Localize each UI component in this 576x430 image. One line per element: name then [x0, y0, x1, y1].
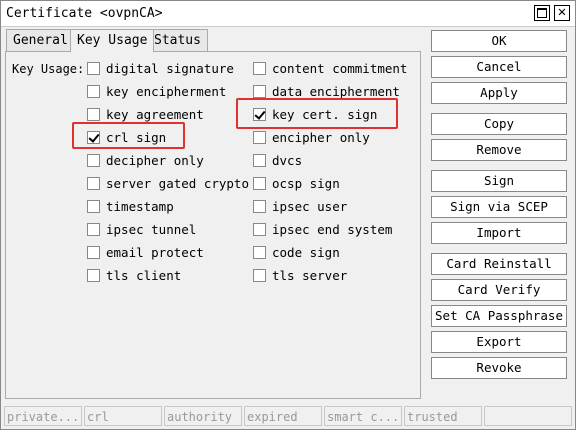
card-verify-button[interactable]: Card Verify [431, 279, 567, 301]
checkbox-box[interactable] [87, 154, 100, 167]
checkbox-label: timestamp [106, 199, 174, 214]
tab-general[interactable]: General [6, 29, 75, 51]
status-authority: authority [164, 406, 242, 426]
cancel-button[interactable]: Cancel [431, 56, 567, 78]
checkbox-label: ipsec tunnel [106, 222, 197, 237]
checkbox-box[interactable] [253, 131, 266, 144]
status-bar: private... crl authority expired smart c… [4, 406, 572, 426]
checkbox-box[interactable] [253, 62, 266, 75]
checkbox-box[interactable] [87, 246, 100, 259]
checkbox-box[interactable] [253, 269, 266, 282]
checkbox-label: ipsec user [272, 199, 348, 214]
status-expired: expired [244, 406, 322, 426]
ok-button[interactable]: OK [431, 30, 567, 52]
key-usage-panel: Key Usage: digital signature key enciphe… [5, 51, 421, 399]
remove-button[interactable]: Remove [431, 139, 567, 161]
checkbox-label: email protect [106, 245, 204, 260]
checkbox-box[interactable] [87, 62, 100, 75]
key-usage-label: Key Usage: [12, 62, 85, 76]
status-empty [484, 406, 572, 426]
checkbox-box[interactable] [253, 85, 266, 98]
checkbox-label: decipher only [106, 153, 204, 168]
checkbox-box[interactable] [87, 85, 100, 98]
highlight-crl-sign [72, 122, 185, 149]
checkbox-box[interactable] [253, 154, 266, 167]
checkbox-label: key encipherment [106, 84, 227, 99]
checkbox-label: digital signature [106, 61, 234, 76]
checkbox-label: key agreement [106, 107, 204, 122]
maximize-icon[interactable] [534, 5, 550, 21]
checkbox-label: tls client [106, 268, 182, 283]
checkbox-label: ocsp sign [272, 176, 340, 191]
tab-status[interactable]: Status [147, 29, 208, 51]
checkbox-label: dvcs [272, 153, 303, 168]
checkbox-label: tls server [272, 268, 348, 283]
status-smart-card: smart c... [324, 406, 402, 426]
checkbox-box[interactable] [87, 200, 100, 213]
checkbox-box[interactable] [87, 269, 100, 282]
checkbox-label: code sign [272, 245, 340, 260]
set-ca-passphrase-button[interactable]: Set CA Passphrase [431, 305, 567, 327]
title-bar: Certificate <ovpnCA> ✕ [1, 1, 575, 27]
revoke-button[interactable]: Revoke [431, 357, 567, 379]
apply-button[interactable]: Apply [431, 82, 567, 104]
close-icon[interactable]: ✕ [554, 5, 570, 21]
copy-button[interactable]: Copy [431, 113, 567, 135]
checkbox-label: encipher only [272, 130, 370, 145]
checkbox-box[interactable] [253, 223, 266, 236]
checkbox-label: ipsec end system [272, 222, 393, 237]
certificate-window: Certificate <ovpnCA> ✕ General Key Usage… [0, 0, 576, 430]
checkbox-box[interactable] [253, 200, 266, 213]
highlight-key-cert-sign [236, 98, 398, 129]
sign-button[interactable]: Sign [431, 170, 567, 192]
window-title: Certificate <ovpnCA> [6, 6, 163, 21]
tab-key-usage[interactable]: Key Usage [70, 29, 155, 52]
export-button[interactable]: Export [431, 331, 567, 353]
checkbox-box[interactable] [87, 223, 100, 236]
status-trusted: trusted [404, 406, 482, 426]
status-private: private... [4, 406, 82, 426]
checkbox-box[interactable] [253, 246, 266, 259]
checkbox-box[interactable] [253, 177, 266, 190]
checkbox-box[interactable] [87, 108, 100, 121]
status-crl: crl [84, 406, 162, 426]
import-button[interactable]: Import [431, 222, 567, 244]
sign-via-scep-button[interactable]: Sign via SCEP [431, 196, 567, 218]
checkbox-label: server gated crypto [106, 176, 249, 191]
checkbox-label: content commitment [272, 61, 408, 76]
card-reinstall-button[interactable]: Card Reinstall [431, 253, 567, 275]
checkbox-box[interactable] [87, 177, 100, 190]
